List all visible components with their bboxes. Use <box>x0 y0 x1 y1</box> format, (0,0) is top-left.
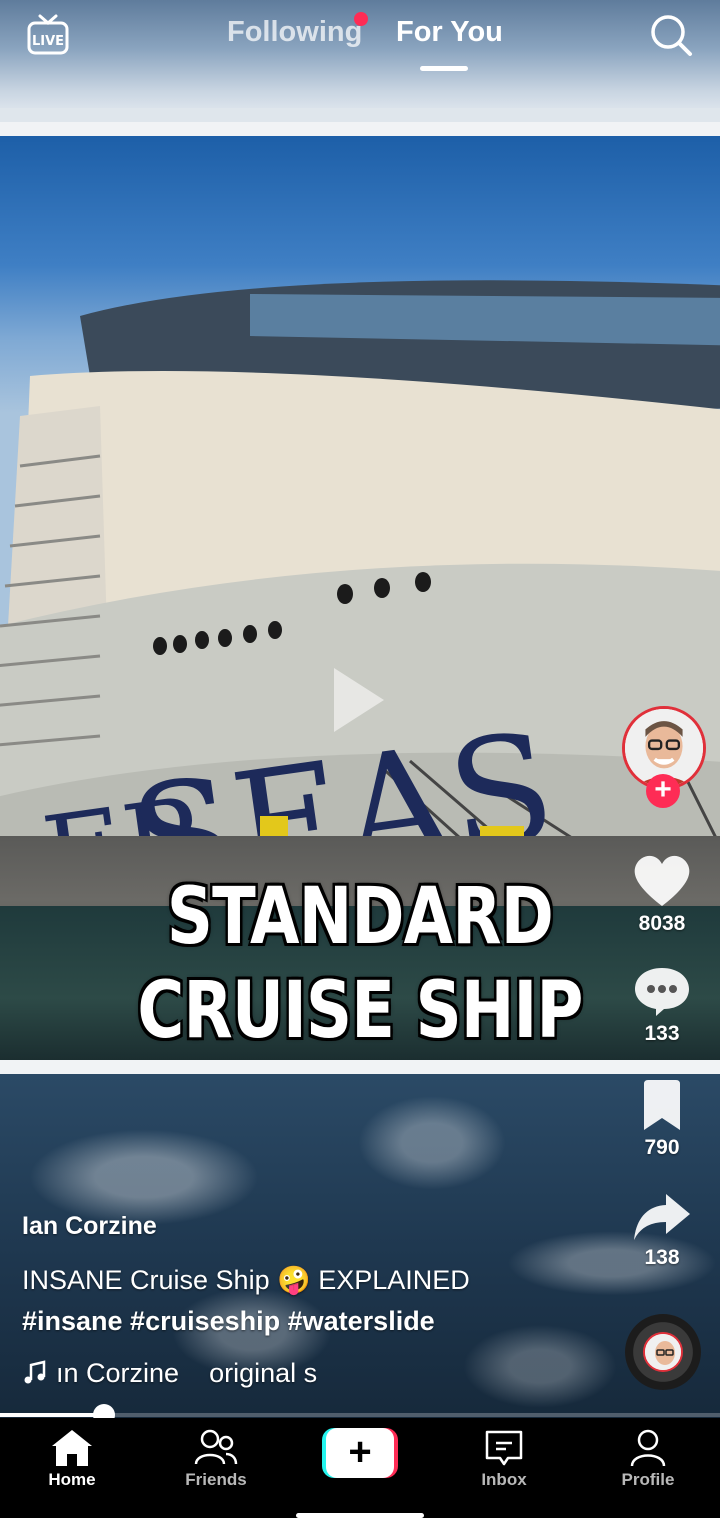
share-arrow-icon <box>634 1194 690 1240</box>
notification-dot <box>354 12 368 26</box>
share-button[interactable]: 138 <box>617 1192 707 1270</box>
video-caption[interactable]: INSANE Cruise Ship 🤪 EXPLAINED #insane #… <box>22 1260 582 1342</box>
home-icon <box>52 1430 92 1466</box>
comment-icon <box>635 968 689 1016</box>
nav-profile[interactable]: Profile <box>588 1428 708 1490</box>
video-overlay-text-line2: CRUISE SHIP <box>137 966 583 1056</box>
profile-icon <box>630 1429 666 1467</box>
sound-ticker[interactable]: ın Corzine original s <box>22 1356 342 1390</box>
nav-inbox[interactable]: Inbox <box>444 1428 564 1490</box>
like-button[interactable]: 8038 <box>617 852 707 936</box>
comment-button[interactable]: 133 <box>617 964 707 1046</box>
save-button[interactable]: 790 <box>617 1080 707 1160</box>
music-disc-avatar <box>643 1332 683 1372</box>
create-button[interactable]: + <box>322 1428 398 1478</box>
top-bar: LIVE Following For You <box>0 0 720 100</box>
search-icon[interactable] <box>648 12 694 58</box>
nav-home-label: Home <box>48 1470 96 1489</box>
frame-divider <box>0 122 720 136</box>
bookmark-icon <box>644 1080 680 1130</box>
home-indicator <box>296 1513 424 1518</box>
nav-inbox-label: Inbox <box>481 1470 527 1489</box>
save-count: 790 <box>644 1136 680 1159</box>
live-label: LIVE <box>32 34 64 49</box>
live-tv-icon[interactable]: LIVE <box>26 12 70 56</box>
nav-profile-label: Profile <box>621 1470 675 1489</box>
sound-title: original s <box>209 1357 318 1388</box>
share-count: 138 <box>644 1246 680 1269</box>
music-disc[interactable] <box>625 1314 701 1390</box>
active-tab-indicator <box>420 66 468 71</box>
inbox-icon <box>485 1430 523 1466</box>
video-progress-fill <box>0 1413 105 1417</box>
friends-icon <box>194 1429 238 1465</box>
play-icon[interactable] <box>334 668 384 732</box>
bottom-navigation: Home Friends + Inbox Profile <box>0 1418 720 1518</box>
nav-home[interactable]: Home <box>12 1428 132 1490</box>
video-player[interactable]: ER SEAS STANDARD CRUISE SHIP <box>0 0 720 1418</box>
comment-count: 133 <box>644 1022 680 1045</box>
frame-divider <box>0 1060 720 1074</box>
follow-plus-button[interactable]: + <box>646 774 680 808</box>
video-overlay-text-line1: STANDARD <box>166 872 554 962</box>
tab-for-you[interactable]: For You <box>396 16 503 49</box>
sound-author: ın Corzine <box>56 1357 180 1388</box>
plus-icon: + <box>326 1428 394 1478</box>
caption-hashtags[interactable]: #insane #cruiseship #waterslide <box>22 1301 582 1342</box>
caption-text: INSANE Cruise Ship 🤪 EXPLAINED <box>22 1265 470 1295</box>
tab-following[interactable]: Following <box>227 16 362 49</box>
nav-friends[interactable]: Friends <box>156 1428 276 1490</box>
nav-friends-label: Friends <box>185 1470 247 1489</box>
like-count: 8038 <box>638 912 686 935</box>
heart-icon <box>634 855 690 906</box>
cruise-ship-illustration: ER SEAS <box>0 280 720 926</box>
music-note-icon <box>24 1360 46 1384</box>
creator-username[interactable]: Ian Corzine <box>22 1212 157 1241</box>
